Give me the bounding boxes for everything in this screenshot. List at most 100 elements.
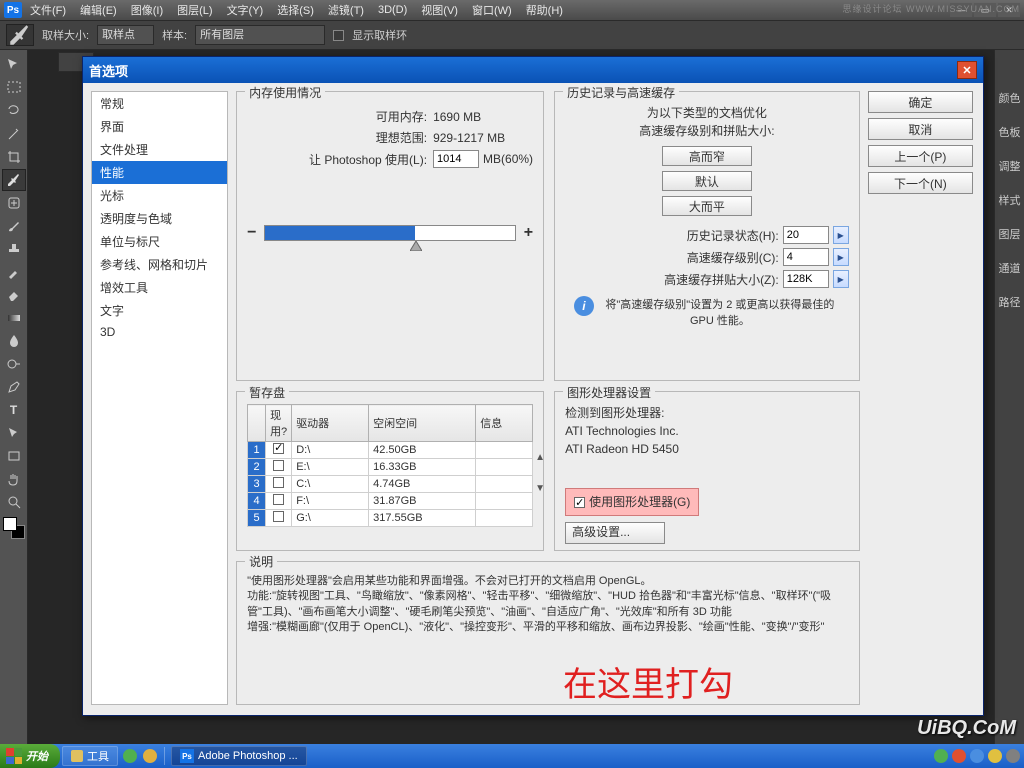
start-button[interactable]: 开始: [0, 744, 60, 768]
table-row[interactable]: 1D:\42.50GB: [248, 442, 533, 459]
brush-tool[interactable]: [2, 215, 26, 237]
tray-icon[interactable]: [970, 749, 984, 763]
table-row[interactable]: 3C:\4.74GB: [248, 476, 533, 493]
pen-tool[interactable]: [2, 376, 26, 398]
cat-general[interactable]: 常规: [92, 92, 227, 115]
move-up-icon[interactable]: ▲: [535, 452, 545, 463]
menu-3d[interactable]: 3D(D): [378, 4, 407, 16]
zoom-tool[interactable]: [2, 491, 26, 513]
menu-image[interactable]: 图像(I): [131, 2, 163, 18]
table-row[interactable]: 5G:\317.55GB: [248, 510, 533, 527]
panel-styles[interactable]: 样式: [999, 192, 1021, 208]
menu-filter[interactable]: 滤镜(T): [328, 2, 364, 18]
color-swatches[interactable]: [3, 517, 25, 539]
cat-3d[interactable]: 3D: [92, 322, 227, 342]
sample-size-select[interactable]: 取样点: [97, 25, 154, 45]
drive-checkbox[interactable]: [273, 511, 284, 522]
cache-tile-input[interactable]: [783, 270, 829, 288]
use-gpu-checkbox[interactable]: [574, 497, 585, 508]
cat-interface[interactable]: 界面: [92, 115, 227, 138]
taskbar-app-photoshop[interactable]: Ps Adobe Photoshop ...: [171, 746, 307, 766]
eyedropper-icon[interactable]: [6, 24, 34, 46]
menu-window[interactable]: 窗口(W): [472, 2, 512, 18]
drive-checkbox[interactable]: [273, 460, 284, 471]
panel-adjust[interactable]: 调整: [999, 158, 1021, 174]
cat-type[interactable]: 文字: [92, 299, 227, 322]
use-mem-input[interactable]: [433, 150, 479, 168]
dodge-tool[interactable]: [2, 353, 26, 375]
cat-cursor[interactable]: 光标: [92, 184, 227, 207]
avail-mem-label: 可用内存:: [247, 108, 427, 125]
tray-icon[interactable]: [1006, 749, 1020, 763]
drive-checkbox[interactable]: [273, 443, 284, 454]
tray-icon[interactable]: [934, 749, 948, 763]
cache-levels-input[interactable]: [783, 248, 829, 266]
menu-edit[interactable]: 编辑(E): [80, 2, 117, 18]
panel-color[interactable]: 颜色: [999, 90, 1021, 106]
crop-tool[interactable]: [2, 146, 26, 168]
drive-checkbox[interactable]: [273, 477, 284, 488]
path-select-tool[interactable]: [2, 422, 26, 444]
drive-checkbox[interactable]: [273, 494, 284, 505]
prev-button[interactable]: 上一个(P): [868, 145, 973, 167]
lasso-tool[interactable]: [2, 100, 26, 122]
memory-slider[interactable]: − +: [247, 224, 533, 242]
scratch-table[interactable]: 现用? 驱动器 空闲空间 信息 1D:\42.50GB 2E:\16.33GB …: [247, 404, 533, 527]
panel-swatches[interactable]: 色板: [999, 124, 1021, 140]
taskbar-quicklaunch[interactable]: 工具: [62, 746, 118, 766]
spinner-icon[interactable]: ▶: [833, 248, 849, 266]
eyedropper-tool[interactable]: [2, 169, 26, 191]
marquee-tool[interactable]: [2, 77, 26, 99]
spinner-icon[interactable]: ▶: [833, 226, 849, 244]
spinner-icon[interactable]: ▶: [833, 270, 849, 288]
tray-icon[interactable]: [123, 749, 137, 763]
history-states-input[interactable]: [783, 226, 829, 244]
show-ring-checkbox[interactable]: [333, 30, 344, 41]
cat-plugins[interactable]: 增效工具: [92, 276, 227, 299]
heal-tool[interactable]: [2, 192, 26, 214]
menu-type[interactable]: 文字(Y): [227, 2, 264, 18]
menu-select[interactable]: 选择(S): [277, 2, 314, 18]
cat-performance[interactable]: 性能: [92, 161, 227, 184]
cat-filehandling[interactable]: 文件处理: [92, 138, 227, 161]
shape-tool[interactable]: [2, 445, 26, 467]
menu-file[interactable]: 文件(F): [30, 2, 66, 18]
table-row[interactable]: 2E:\16.33GB: [248, 459, 533, 476]
gradient-tool[interactable]: [2, 307, 26, 329]
panel-paths[interactable]: 路径: [999, 294, 1021, 310]
move-tool[interactable]: [2, 54, 26, 76]
slider-minus-icon[interactable]: −: [247, 224, 256, 242]
eraser-tool[interactable]: [2, 284, 26, 306]
default-button[interactable]: 默认: [662, 171, 752, 191]
hand-tool[interactable]: [2, 468, 26, 490]
wand-tool[interactable]: [2, 123, 26, 145]
col-blank: [248, 405, 266, 442]
tall-thin-button[interactable]: 高而窄: [662, 146, 752, 166]
move-down-icon[interactable]: ▼: [535, 483, 545, 494]
ok-button[interactable]: 确定: [868, 91, 973, 113]
panel-layers[interactable]: 图层: [999, 226, 1021, 242]
history-brush-tool[interactable]: [2, 261, 26, 283]
tray-icon[interactable]: [988, 749, 1002, 763]
gpu-advanced-button[interactable]: 高级设置...: [565, 522, 665, 544]
panel-channels[interactable]: 通道: [999, 260, 1021, 276]
type-tool[interactable]: T: [2, 399, 26, 421]
table-row[interactable]: 4F:\31.87GB: [248, 493, 533, 510]
next-button[interactable]: 下一个(N): [868, 172, 973, 194]
cancel-button[interactable]: 取消: [868, 118, 973, 140]
menu-layer[interactable]: 图层(L): [177, 2, 212, 18]
blur-tool[interactable]: [2, 330, 26, 352]
cat-transparency[interactable]: 透明度与色域: [92, 207, 227, 230]
tray-icon[interactable]: [143, 749, 157, 763]
tray-icon[interactable]: [952, 749, 966, 763]
menu-view[interactable]: 视图(V): [421, 2, 458, 18]
big-flat-button[interactable]: 大而平: [662, 196, 752, 216]
slider-plus-icon[interactable]: +: [524, 224, 533, 242]
category-list[interactable]: 常规 界面 文件处理 性能 光标 透明度与色域 单位与标尺 参考线、网格和切片 …: [91, 91, 228, 705]
sample-layers-select[interactable]: 所有图层: [195, 25, 325, 45]
dialog-close-button[interactable]: ✕: [957, 61, 977, 79]
menu-help[interactable]: 帮助(H): [526, 2, 563, 18]
stamp-tool[interactable]: [2, 238, 26, 260]
cat-guides[interactable]: 参考线、网格和切片: [92, 253, 227, 276]
cat-units[interactable]: 单位与标尺: [92, 230, 227, 253]
